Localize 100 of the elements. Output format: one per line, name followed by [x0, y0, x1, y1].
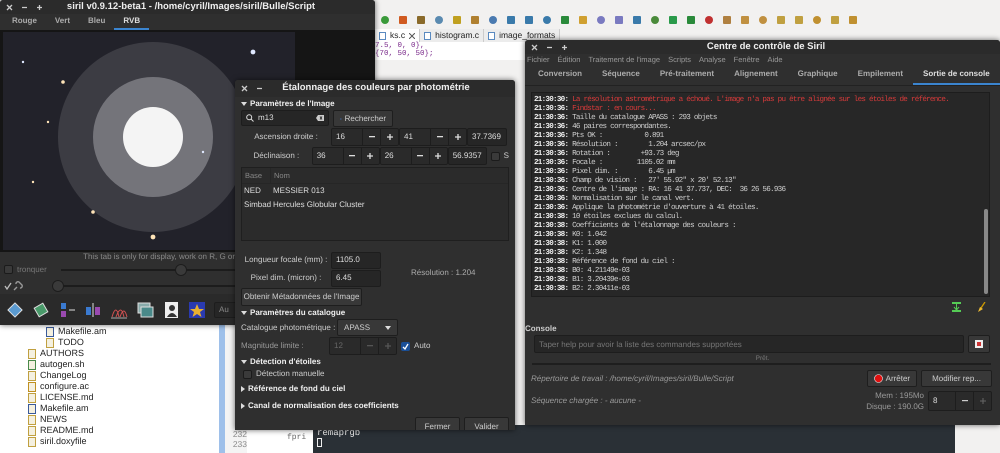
display-note: This tab is only for display, work on R, G or: [83, 252, 235, 262]
section-header[interactable]: Canal de normalisation des coefficients: [241, 398, 509, 413]
section-header[interactable]: Paramètres de l'Image: [241, 98, 509, 109]
mirror-icon[interactable]: [84, 300, 102, 318]
spin-field[interactable]: 36: [312, 147, 380, 165]
close-icon[interactable]: [531, 44, 538, 50]
minus-icon: [436, 136, 442, 138]
tree-item[interactable]: configure.ac: [28, 381, 215, 392]
scrollbar-thumb[interactable]: [984, 209, 988, 294]
change-directory-button[interactable]: Modifier rep...: [921, 370, 992, 387]
clear-icon: [316, 115, 324, 121]
tree-item[interactable]: Makefile.am: [28, 403, 215, 414]
working-directory: Répertoire de travail : /home/cyril/Images/siril/Bulle/Script: [531, 372, 735, 384]
maximize-icon[interactable]: [561, 44, 568, 50]
dialog-button[interactable]: Valider: [464, 417, 509, 430]
tab[interactable]: Vert: [46, 14, 80, 30]
tree-item[interactable]: Makefile.am: [28, 326, 215, 337]
resolution-text: Résolution : 1.204: [411, 267, 476, 279]
minus-icon: [366, 345, 372, 347]
field-label: Catalogue photométrique :: [241, 322, 336, 334]
thread-spinner[interactable]: 8: [928, 391, 992, 411]
tab[interactable]: Bleu: [79, 14, 114, 30]
dialog-button[interactable]: Fermer: [415, 417, 460, 430]
tab[interactable]: Pré-traitement: [650, 65, 724, 85]
images-icon[interactable]: [136, 300, 154, 318]
minus-icon: [368, 136, 374, 138]
tab[interactable]: Empilement: [848, 65, 913, 85]
slider-thumb[interactable]: [52, 280, 64, 292]
plus-icon: [435, 153, 442, 159]
memory-text: Disque : 190.0G: [866, 401, 924, 412]
section-header[interactable]: Détection d'étoiles: [241, 356, 509, 367]
flip-icon[interactable]: [58, 300, 76, 318]
spin-field[interactable]: 16: [331, 128, 399, 146]
line-number: 233: [232, 439, 247, 449]
checkbox-label: Auto: [414, 340, 430, 352]
scroll-icon[interactable]: [952, 302, 961, 312]
checkbox-label: Détection manuelle: [256, 368, 324, 380]
file-icon: [424, 32, 432, 40]
table-cell-text: Simbad: [243, 199, 271, 212]
tree-item[interactable]: AUTHORS: [28, 348, 215, 359]
field-label: Longueur focale (mm) :: [244, 254, 328, 266]
tree-item[interactable]: ChangeLog: [28, 370, 215, 381]
line-number: 232: [232, 429, 247, 439]
minus-icon: [349, 155, 356, 157]
spin-field[interactable]: 26: [380, 147, 448, 165]
tab[interactable]: Graphique: [788, 65, 848, 85]
star-icon[interactable]: [188, 300, 206, 318]
tab[interactable]: Alignement: [724, 65, 788, 85]
section-header[interactable]: Référence de fond du ciel: [241, 381, 509, 396]
checkbox[interactable]: [243, 370, 252, 378]
file-icon: [488, 32, 496, 40]
check-icon[interactable]: [4, 282, 12, 290]
metadata-button[interactable]: Obtenir Métadonnées de l'Image: [241, 288, 362, 306]
broom-icon[interactable]: [977, 302, 986, 312]
tree-item[interactable]: autogen.sh: [28, 359, 215, 370]
checkbox-label: S: [504, 150, 509, 162]
close-icon[interactable]: [241, 85, 248, 92]
checkbox[interactable]: [490, 152, 500, 160]
tab[interactable]: Sortie de console: [912, 65, 1000, 85]
stop-button[interactable]: Arrêter: [866, 370, 918, 387]
tree-item[interactable]: TODO: [28, 337, 215, 348]
checkbox[interactable]: [4, 265, 13, 274]
tree-item[interactable]: siril.doxyfile: [28, 436, 215, 447]
close-icon[interactable]: [6, 4, 13, 10]
search-button[interactable]: Rechercher: [333, 110, 393, 127]
minimize-icon[interactable]: [256, 85, 263, 92]
sequence-status: Séquence chargée : - aucune -: [531, 395, 642, 407]
tab[interactable]: Conversion: [528, 65, 592, 85]
editor-tab[interactable]: ks.c: [375, 29, 420, 42]
tab[interactable]: Séquence: [592, 65, 650, 85]
field-label: Magnitude limite :: [241, 340, 305, 352]
console-input[interactable]: Taper help pour avoir la liste des commandes supportées: [534, 335, 964, 353]
editor-tab[interactable]: histogram.c: [420, 29, 484, 42]
link-icon[interactable]: [12, 280, 24, 292]
section-header[interactable]: Paramètres du catalogue: [241, 307, 509, 318]
coordinate-field[interactable]: 37.7369: [467, 128, 507, 146]
tab[interactable]: Rouge: [3, 14, 46, 30]
slider-thumb[interactable]: [175, 264, 187, 276]
text-field[interactable]: 6.45: [331, 270, 381, 286]
tree-item[interactable]: LICENSE.md: [28, 392, 215, 403]
table-cell-text: Hercules Globular Cluster: [272, 199, 366, 212]
minus-icon: [962, 400, 968, 402]
table-cell-text: NED: [243, 185, 262, 198]
search-icon: [246, 114, 254, 122]
text-field[interactable]: 1105.0: [331, 252, 381, 268]
tree-item[interactable]: NEWS: [28, 414, 215, 425]
plus-icon: [367, 153, 374, 159]
memory-text: Mem : 195Mo: [875, 390, 924, 401]
editor-tab[interactable]: image_formats: [484, 29, 560, 42]
console-button[interactable]: [968, 335, 990, 353]
checkbox[interactable]: [401, 342, 410, 350]
spin-field[interactable]: 41: [399, 128, 467, 146]
catalog-dropdown[interactable]: APASS: [337, 319, 398, 336]
maximize-icon[interactable]: [36, 4, 43, 10]
field-label: Déclinaison :: [252, 150, 300, 162]
bust-icon[interactable]: [162, 300, 180, 318]
search-field[interactable]: m13: [241, 110, 329, 126]
coordinate-field[interactable]: 56.9357: [448, 147, 487, 165]
tree-item[interactable]: README.md: [28, 425, 215, 436]
plus-icon: [980, 398, 986, 404]
